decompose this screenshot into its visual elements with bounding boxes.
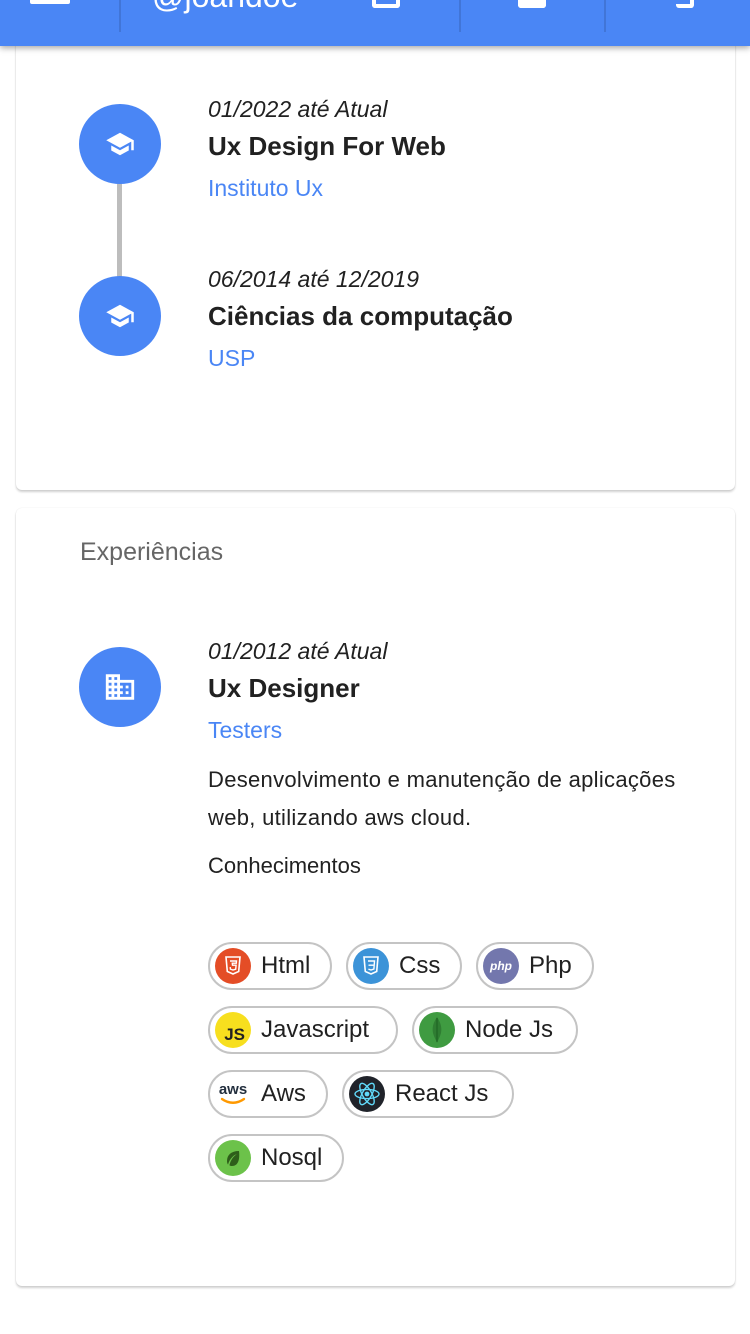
javascript-icon: JS — [215, 1012, 251, 1048]
skill-chip-html[interactable]: Html — [208, 942, 332, 990]
education-item: 06/2014 até 12/2019 Ciências da computaç… — [208, 264, 708, 373]
education-date: 06/2014 até 12/2019 — [208, 266, 420, 292]
education-card: 01/2022 até Atual Ux Design For Web Inst… — [16, 20, 735, 490]
mongodb-leaf-icon — [419, 1012, 455, 1048]
skill-chip-nodejs[interactable]: Node Js — [412, 1006, 578, 1054]
timeline-connector — [117, 180, 122, 280]
skill-chip-nosql[interactable]: Nosql — [208, 1134, 344, 1182]
education-institution-link[interactable]: USP — [208, 343, 708, 373]
appbar-divider — [119, 0, 121, 32]
education-title: Ux Design For Web — [208, 131, 446, 161]
skill-chip-aws[interactable]: aws Aws — [208, 1070, 328, 1118]
skill-label: React Js — [395, 1080, 489, 1107]
skill-label: Php — [529, 952, 572, 979]
php-icon: php — [483, 948, 519, 984]
aws-icon: aws — [215, 1076, 251, 1112]
skill-label: Css — [399, 952, 441, 979]
experience-company-link[interactable]: Testers — [208, 715, 708, 745]
section-title: Experiências — [80, 538, 224, 566]
skills-label: Conhecimentos — [208, 853, 361, 878]
username-handle: @joandoe — [152, 0, 298, 15]
appbar-divider — [604, 0, 606, 32]
skill-chip-javascript[interactable]: JS Javascript — [208, 1006, 398, 1054]
education-item: 01/2022 até Atual Ux Design For Web Inst… — [208, 94, 708, 203]
skill-label: Html — [261, 952, 311, 979]
react-icon — [349, 1076, 385, 1112]
skill-label: Javascript — [261, 1016, 370, 1043]
experience-card: Experiências 01/2012 até Atual Ux Design… — [16, 508, 735, 1286]
experience-description: Desenvolvimento e manutenção de aplicaçõ… — [208, 767, 676, 830]
building-icon — [79, 647, 161, 727]
skill-chip-php[interactable]: php Php — [476, 942, 594, 990]
appbar-divider — [459, 0, 461, 32]
skill-chip-css[interactable]: Css — [346, 942, 462, 990]
skill-label: Nosql — [261, 1144, 323, 1171]
education-date: 01/2022 até Atual — [208, 96, 388, 122]
graduation-cap-icon — [79, 276, 161, 356]
app-bar: @joandoe — [0, 0, 750, 46]
experience-item: 01/2012 até Atual Ux Designer Testers De… — [208, 636, 708, 881]
skill-chip-reactjs[interactable]: React Js — [342, 1070, 514, 1118]
menu-icon[interactable] — [30, 0, 70, 4]
graduation-cap-icon — [79, 104, 161, 184]
save-icon[interactable] — [518, 0, 546, 8]
experience-date: 01/2012 até Atual — [208, 638, 388, 664]
education-institution-link[interactable]: Instituto Ux — [208, 173, 708, 203]
education-title: Ciências da computação — [208, 301, 513, 331]
experience-title: Ux Designer — [208, 673, 360, 703]
css3-icon — [353, 948, 389, 984]
copy-icon[interactable] — [372, 0, 400, 8]
skill-label: Node Js — [465, 1016, 554, 1043]
share-icon[interactable] — [676, 0, 694, 8]
skill-label: Aws — [261, 1080, 306, 1107]
leaf-icon — [215, 1140, 251, 1176]
html5-icon — [215, 948, 251, 984]
